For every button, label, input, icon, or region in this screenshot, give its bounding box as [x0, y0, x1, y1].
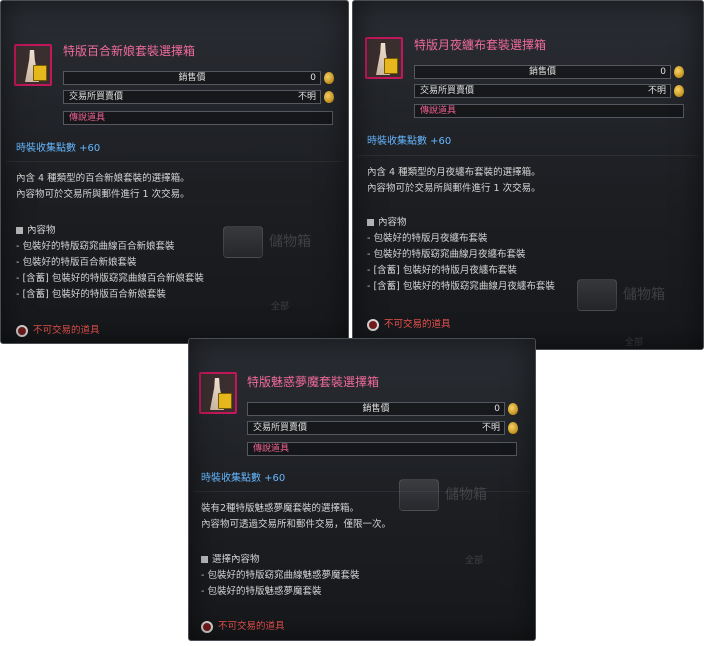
contents-item: - 包裝好的特版魅惑夢魔套裝: [201, 586, 322, 597]
gold-coin-icon: [674, 66, 684, 78]
no-trade-icon: [367, 318, 379, 331]
storage-all-tab-ghost: 全部: [625, 335, 643, 348]
bullet-square-icon: [201, 556, 208, 563]
item-title: 特版魅惑夢魔套裝選擇箱: [247, 375, 380, 389]
untradeable-notice: 不可交易的道具: [16, 322, 100, 337]
grade-row: 傳說道具: [247, 442, 517, 456]
storage-all-label: 全部: [271, 302, 290, 312]
storage-box-label: 儲物箱: [623, 287, 665, 303]
exchange-price-label: 交易所買賣價: [69, 92, 124, 102]
divider: [194, 491, 530, 492]
storage-box-label: 儲物箱: [269, 234, 311, 250]
bullet-square-icon: [16, 227, 23, 234]
exchange-price-row: 交易所買賣價 不明: [247, 421, 518, 435]
description-line: 內容物可於交易所與郵件進行 1 次交易。: [367, 183, 541, 194]
item-title: 特版月夜纏布套裝選擇箱: [414, 38, 547, 52]
sell-price-value: 0: [660, 67, 666, 77]
divider: [6, 161, 343, 162]
contents-item: - [含蓄] 包裝好的特版百合新娘套裝: [16, 289, 166, 300]
contents-header: 選擇內容物: [201, 552, 359, 568]
gold-coin-icon: [324, 72, 334, 84]
exchange-price-value: 不明: [297, 92, 316, 102]
storage-chest-icon: [399, 479, 439, 511]
fashion-points: 時裝收集點數 +60: [367, 136, 452, 147]
storage-box-ghost: 儲物箱: [399, 479, 487, 511]
item-icon: [14, 44, 52, 86]
description-line: 裝有2種特版魅惑夢魔套裝的選擇箱。: [201, 503, 360, 514]
storage-box-ghost: 儲物箱: [577, 279, 665, 311]
exchange-price-value: 不明: [481, 423, 500, 433]
item-icon: [365, 37, 403, 79]
storage-all-tab-ghost: 全部: [465, 553, 483, 566]
sell-price-label: 銷售價: [362, 404, 390, 414]
contents-item: - 包裝好的特版月夜纏布套裝: [367, 233, 488, 244]
sell-price-label: 銷售價: [178, 73, 206, 83]
exchange-price-label: 交易所買賣價: [253, 423, 308, 433]
item-icon: [199, 372, 237, 414]
storage-chest-icon: [223, 226, 263, 258]
description: 裝有2種特版魅惑夢魔套裝的選擇箱。 內容物可透過交易所和郵件交易，僅限一次。: [201, 501, 391, 533]
grade-label: 傳說道具: [69, 113, 106, 123]
storage-chest-icon: [577, 279, 617, 311]
grade-row: 傳說道具: [63, 111, 333, 125]
fashion-points: 時裝收集點數 +60: [201, 473, 286, 484]
exchange-price-label: 交易所買賣價: [420, 86, 475, 96]
contents-item: - [含蓄] 包裝好的特版月夜纏布套裝: [367, 265, 517, 276]
contents-item: - [含蓄] 包裝好的特版窈窕曲線月夜纏布套裝: [367, 281, 555, 292]
description-line: 內容物可透過交易所和郵件交易，僅限一次。: [201, 519, 392, 530]
item-title: 特版百合新娘套裝選擇箱: [63, 44, 196, 58]
grade-label: 傳說道具: [420, 106, 457, 116]
sell-price-row: 銷售價 0: [63, 71, 334, 85]
storage-box-label: 儲物箱: [445, 487, 487, 503]
contents-item: - 包裝好的特版窈窕曲線百合新娘套裝: [16, 241, 175, 252]
description-line: 內含 4 種類型的百合新娘套裝的選擇箱。: [16, 173, 190, 184]
contents-list: 內容物 - 包裝好的特版月夜纏布套裝 - 包裝好的特版窈窕曲線月夜纏布套裝 - …: [367, 215, 555, 295]
contents-item: - 包裝好的特版窈窕曲線魅惑夢魔套裝: [201, 570, 360, 581]
item-tooltip-succubus: 儲物箱 全部 特版魅惑夢魔套裝選擇箱 銷售價 0 交易所買賣價 不明 傳說道具 …: [188, 338, 536, 641]
exchange-price-value: 不明: [647, 86, 666, 96]
item-tooltip-moonlight-wrap: 儲物箱 全部 特版月夜纏布套裝選擇箱 銷售價 0 交易所買賣價 不明 傳說道具 …: [352, 0, 704, 350]
no-trade-icon: [16, 324, 28, 337]
description-line: 內容物可於交易所與郵件進行 1 次交易。: [16, 189, 190, 200]
contents-header: 內容物: [367, 215, 555, 231]
no-trade-icon: [201, 620, 213, 633]
exchange-price-row: 交易所買賣價 不明: [63, 90, 334, 104]
fashion-points: 時裝收集點數 +60: [16, 143, 101, 154]
gold-coin-icon: [324, 91, 334, 103]
grade-label: 傳說道具: [253, 444, 290, 454]
untradeable-notice: 不可交易的道具: [367, 316, 451, 331]
bag-icon: [384, 58, 398, 74]
storage-all-tab-ghost: 全部: [271, 299, 289, 312]
gold-coin-icon: [508, 403, 518, 415]
gold-coin-icon: [508, 422, 518, 434]
sell-price-label: 銷售價: [528, 67, 556, 77]
sell-price-value: 0: [310, 73, 316, 83]
contents-item: - 包裝好的特版窈窕曲線月夜纏布套裝: [367, 249, 526, 260]
bullet-square-icon: [367, 219, 374, 226]
grade-row: 傳說道具: [414, 104, 684, 118]
contents-item: - [含蓄] 包裝好的特版窈窕曲線百合新娘套裝: [16, 273, 204, 284]
storage-all-label: 全部: [625, 338, 644, 348]
description: 內含 4 種類型的百合新娘套裝的選擇箱。 內容物可於交易所與郵件進行 1 次交易…: [16, 171, 190, 203]
contents-item: - 包裝好的特版百合新娘套裝: [16, 257, 137, 268]
description: 內含 4 種類型的月夜纏布套裝的選擇箱。 內容物可於交易所與郵件進行 1 次交易…: [367, 165, 541, 197]
untradeable-notice: 不可交易的道具: [201, 618, 285, 633]
gold-coin-icon: [674, 85, 684, 97]
storage-box-ghost: 儲物箱: [223, 226, 311, 258]
contents-header: 內容物: [16, 223, 204, 239]
description-line: 內含 4 種類型的月夜纏布套裝的選擇箱。: [367, 167, 541, 178]
exchange-price-row: 交易所買賣價 不明: [414, 84, 684, 98]
bag-icon: [218, 393, 232, 409]
sell-price-row: 銷售價 0: [414, 65, 684, 79]
sell-price-row: 銷售價 0: [247, 402, 518, 416]
contents-list: 選擇內容物 - 包裝好的特版窈窕曲線魅惑夢魔套裝 - 包裝好的特版魅惑夢魔套裝: [201, 552, 359, 600]
storage-all-label: 全部: [465, 556, 484, 566]
sell-price-value: 0: [494, 404, 500, 414]
contents-list: 內容物 - 包裝好的特版窈窕曲線百合新娘套裝 - 包裝好的特版百合新娘套裝 - …: [16, 223, 204, 303]
divider: [358, 155, 698, 156]
item-tooltip-lily-bride: 儲物箱 全部 特版百合新娘套裝選擇箱 銷售價 0 交易所買賣價 不明 傳說道具 …: [0, 0, 349, 344]
bag-icon: [33, 65, 47, 81]
